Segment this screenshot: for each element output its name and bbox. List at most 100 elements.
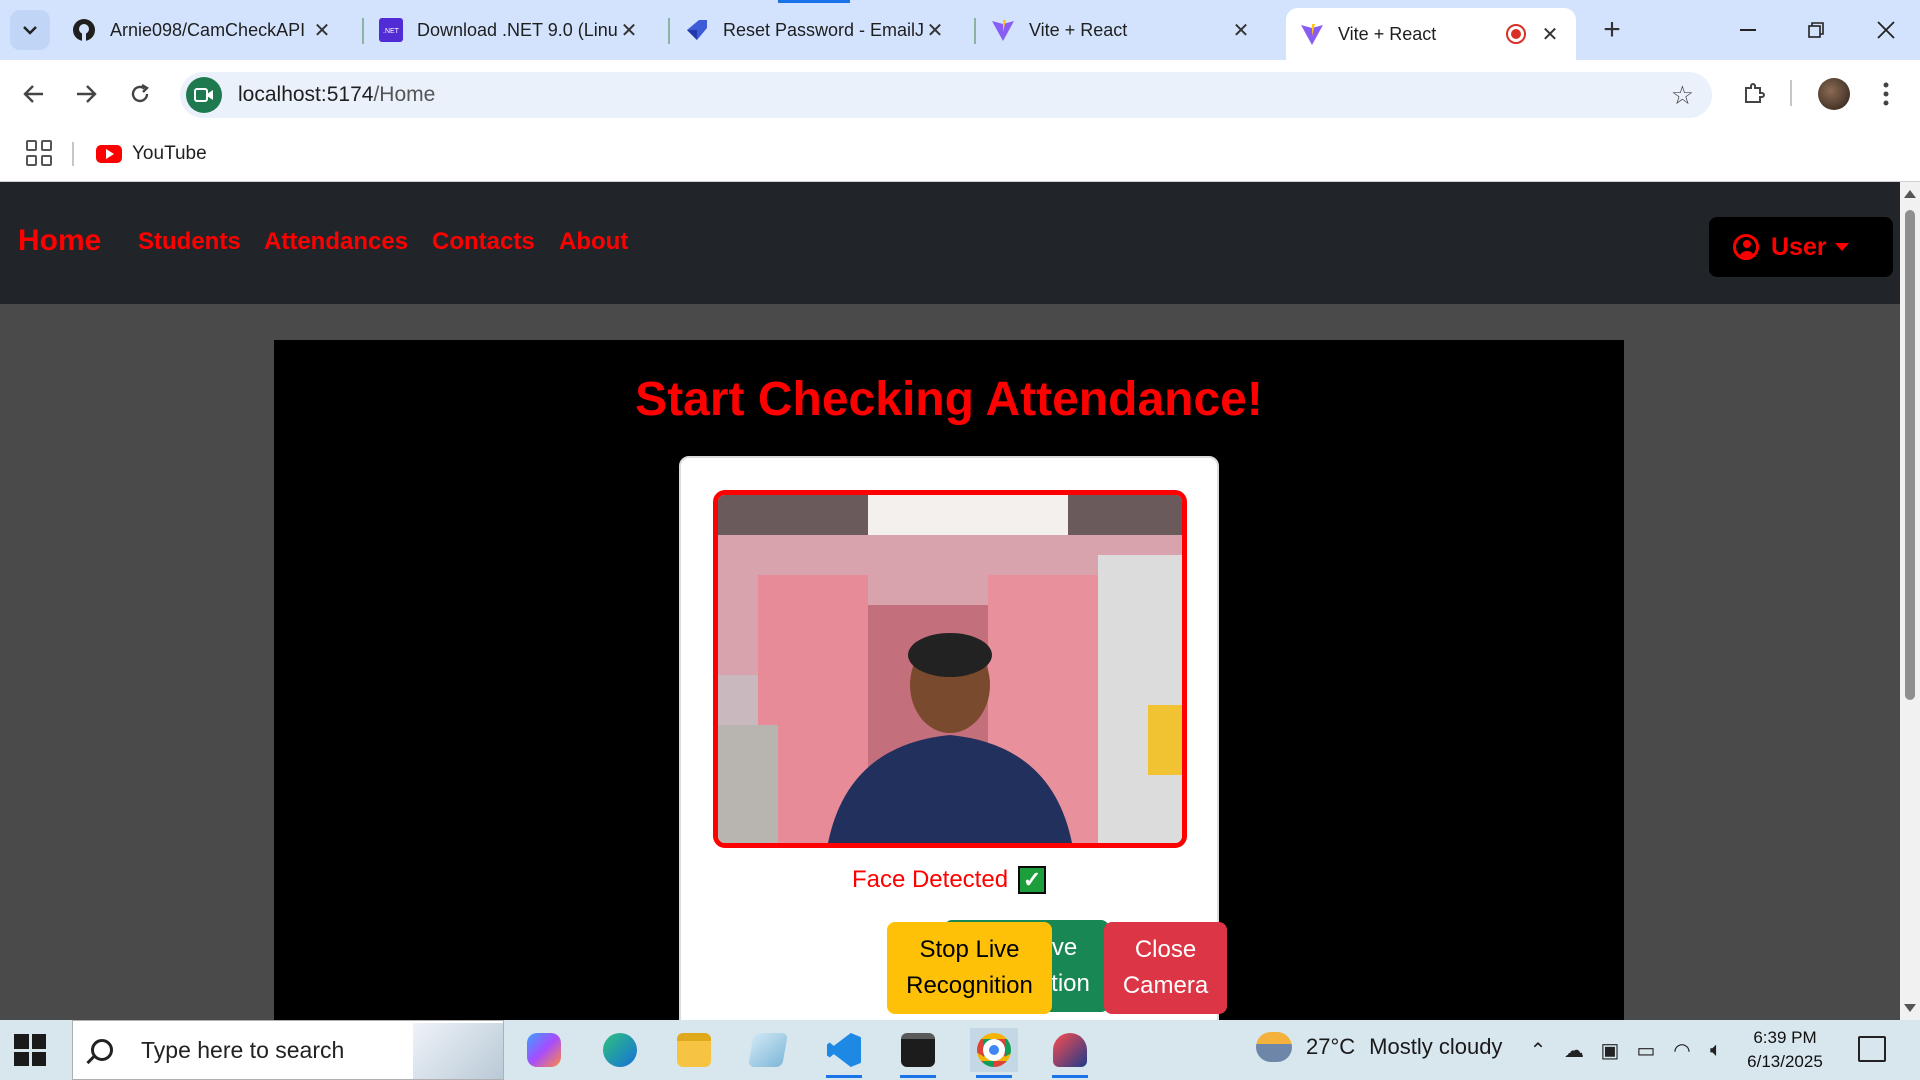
user-menu-button[interactable]: User [1709,217,1893,277]
system-clock[interactable]: 6:39 PM 6/13/2025 [1744,1026,1826,1074]
chrome-icon [977,1033,1011,1067]
avatar [1818,78,1850,110]
edge-icon [603,1033,637,1067]
profile-button[interactable] [1814,74,1854,114]
user-menu-label: User [1771,232,1827,261]
camera-feed-image [718,495,1182,843]
nav-link-attendances[interactable]: Attendances [264,228,408,256]
checkmark-icon: ✓ [1018,866,1047,894]
toolbar-divider [1790,80,1792,106]
close-icon[interactable]: ✕ [310,18,334,42]
tab-title: Download .NET 9.0 (Linux [417,19,617,40]
vite-icon [1300,22,1324,46]
partly-cloudy-icon [1256,1032,1292,1062]
url-path: /Home [373,83,436,106]
scroll-up-icon[interactable] [1904,190,1916,198]
taskbar-notepad[interactable] [744,1028,792,1072]
bookmark-star-icon[interactable]: ☆ [1671,80,1694,111]
windows-start-icon[interactable] [14,1034,46,1066]
taskbar-vscode[interactable] [820,1028,868,1078]
apps-grid-icon[interactable] [26,140,52,166]
meet-now-icon[interactable]: ▣ [1598,1038,1622,1062]
minimize-button[interactable] [1728,12,1768,48]
forward-button[interactable] [66,74,106,114]
stop-live-recognition-button[interactable]: Stop Live Recognition [887,922,1052,1014]
arrow-left-icon [23,85,43,103]
close-icon[interactable]: ✕ [1229,18,1253,42]
search-placeholder: Type here to search [141,1036,345,1063]
bookmarks-divider [72,142,74,166]
chevron-up-icon[interactable]: ⌃ [1526,1038,1550,1062]
tab-emailjs[interactable]: Reset Password - EmailJS ✕ [671,8,961,52]
folder-icon [677,1033,711,1067]
taskbar-chrome[interactable] [970,1028,1018,1078]
tab-title: Arnie098/CamCheckAPI [110,19,306,40]
weather-temp: 27°C [1306,1034,1356,1059]
terminal-icon [901,1033,935,1067]
scroll-thumb[interactable] [1905,210,1915,700]
notepad-icon [748,1033,788,1067]
caret-down-icon [1834,243,1849,251]
taskbar-search-box[interactable]: Type here to search [72,1020,504,1080]
bookmark-youtube[interactable]: YouTube [96,138,207,170]
youtube-icon [96,145,122,163]
tab-camcheckapi[interactable]: Arnie098/CamCheckAPI ✕ [58,8,348,52]
camera-in-use-icon[interactable] [186,77,222,113]
taskbar-file-explorer[interactable] [670,1028,718,1072]
weather-widget[interactable]: 27°C Mostly cloudy [1256,1032,1502,1062]
tab-vite-react[interactable]: Vite + React ✕ [977,8,1267,52]
browser-menu-button[interactable] [1866,74,1906,114]
tab-search-button[interactable] [10,10,50,50]
search-icon [91,1039,113,1061]
close-icon[interactable]: ✕ [617,18,641,42]
close-camera-button[interactable]: Close Camera [1104,922,1227,1014]
reload-icon [131,83,149,103]
tab-title: Vite + React [1338,23,1437,44]
tab-title: Vite + React [1029,19,1128,40]
reload-button[interactable] [120,74,160,114]
browser-toolbar: localhost:5174/Home ☆ [0,60,1920,126]
taskbar-snipping-tool[interactable] [1046,1028,1094,1078]
dotnet-icon: .NET [379,18,403,42]
notification-center-icon[interactable] [1858,1036,1886,1062]
windows-taskbar: Type here to search 27°C Mostly cloudy ⌃… [0,1020,1920,1080]
tab-divider [362,18,364,44]
arrow-right-icon [77,85,97,103]
tab-dotnet-download[interactable]: .NET Download .NET 9.0 (Linux ✕ [365,8,655,52]
address-bar[interactable]: localhost:5174/Home ☆ [180,72,1712,118]
page-scrollbar[interactable] [1900,182,1920,1020]
taskbar-edge[interactable] [596,1028,644,1072]
extensions-button[interactable] [1734,74,1774,114]
battery-icon[interactable]: ▭ [1634,1038,1658,1062]
onedrive-error-icon[interactable]: ☁ [1562,1038,1586,1062]
more-vertical-icon [1883,82,1889,106]
url-host: localhost:5174 [238,83,374,106]
tab-strip: Arnie098/CamCheckAPI ✕ .NET Download .NE… [0,0,1920,60]
nav-brand-home[interactable]: Home [18,224,101,258]
wifi-icon[interactable]: ◠ [1670,1038,1694,1062]
svg-text:.NET: .NET [383,28,400,35]
minimize-icon [1740,29,1756,31]
nav-link-about[interactable]: About [559,228,628,256]
page-viewport: Home Students Attendances Contacts About… [0,182,1900,1020]
new-tab-button[interactable]: + [1596,13,1628,46]
nav-link-students[interactable]: Students [138,228,241,256]
snipping-tool-icon [1053,1033,1087,1067]
close-icon[interactable]: ✕ [923,18,947,42]
back-button[interactable] [14,74,54,114]
close-icon[interactable]: ✕ [1538,22,1562,46]
taskbar-terminal[interactable] [894,1028,942,1078]
taskbar-copilot[interactable] [520,1028,568,1072]
volume-icon[interactable]: 🔈︎ [1704,1038,1728,1062]
search-highlight-image [413,1023,503,1079]
github-icon [72,18,96,42]
tab-divider [668,18,670,44]
scroll-down-icon[interactable] [1904,1004,1916,1012]
bookmarks-bar: YouTube [0,126,1920,182]
restore-icon [1808,22,1824,38]
nav-link-contacts[interactable]: Contacts [432,228,535,256]
tab-vite-react-active[interactable]: Vite + React ✕ [1286,8,1576,60]
bookmark-label: YouTube [132,143,207,164]
restore-button[interactable] [1796,12,1836,48]
window-close-button[interactable] [1866,12,1906,48]
